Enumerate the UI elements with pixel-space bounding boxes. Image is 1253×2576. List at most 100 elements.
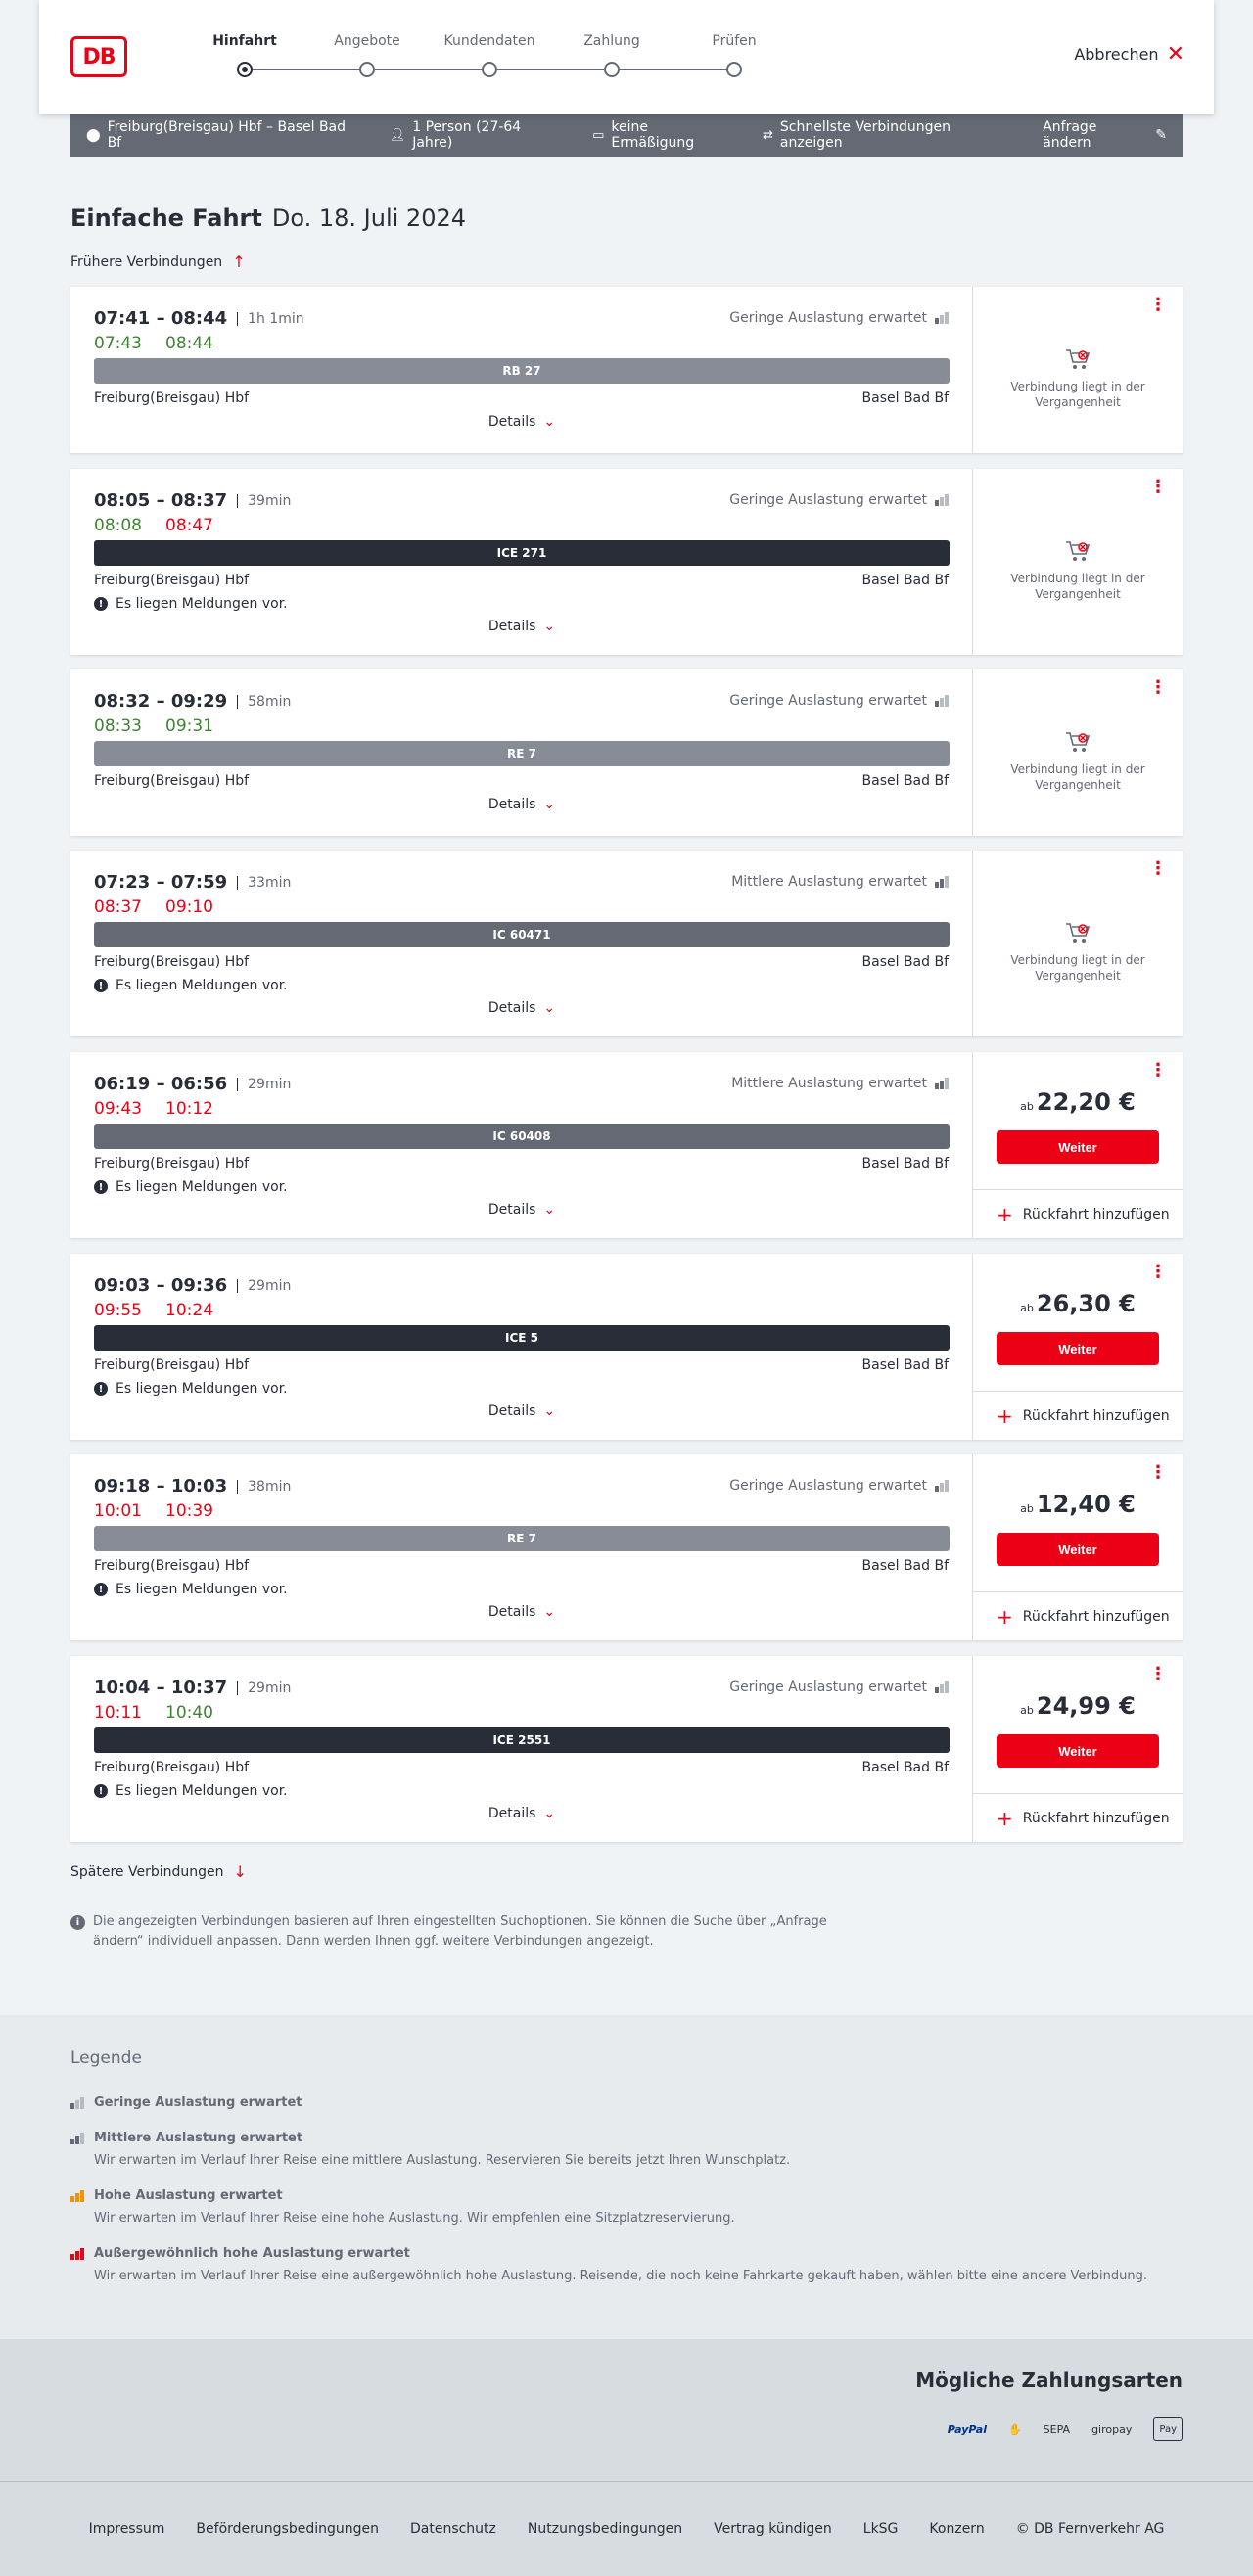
- train-bar[interactable]: IC 60471: [94, 922, 950, 947]
- details-toggle[interactable]: Details ⌄: [70, 414, 973, 430]
- disruption-text: Es liegen Meldungen vor.: [116, 1381, 288, 1397]
- step-angebote: Angebote: [334, 33, 400, 49]
- continue-button[interactable]: Weiter: [997, 1332, 1159, 1365]
- details-toggle[interactable]: Details ⌄: [70, 1604, 973, 1620]
- connection-main: 08:32 – 09:29 58min 08:33 09:31 Geringe Ausl…: [70, 669, 973, 836]
- edit-request-button[interactable]: Anfrage ändern ✎: [1043, 119, 1167, 151]
- footer-link[interactable]: Konzern: [929, 2521, 984, 2537]
- step-hinfahrt: Hinfahrt: [212, 33, 277, 49]
- chevron-down-icon: ⌄: [543, 1000, 556, 1016]
- details-toggle[interactable]: Details ⌄: [70, 1000, 973, 1016]
- realtime-times: 10:01 10:39: [94, 1501, 213, 1521]
- footer-link[interactable]: Beförderungsbedingungen: [196, 2521, 379, 2537]
- realtime-departure: 09:43: [94, 1099, 142, 1119]
- past-connection-text: Verbindung liegt in der Vergangenheit: [1010, 380, 1145, 409]
- later-connections-link[interactable]: Spätere Verbindungen ↓: [70, 1863, 247, 1881]
- add-return-trip-button[interactable]: + Rückfahrt hinzufügen: [973, 1591, 1183, 1640]
- price-value: 12,40 €: [1036, 1491, 1136, 1518]
- step-dot: [604, 62, 620, 77]
- continue-button[interactable]: Weiter: [997, 1533, 1159, 1566]
- disruption-message[interactable]: ! Es liegen Meldungen vor.: [94, 978, 288, 993]
- disruption-message[interactable]: ! Es liegen Meldungen vor.: [94, 1179, 288, 1195]
- price-value: 24,99 €: [1036, 1692, 1136, 1720]
- step-dot: [359, 62, 375, 77]
- connection-card[interactable]: 10:04 – 10:37 29min 10:11 10:40 Geringe Ausl…: [70, 1656, 1183, 1842]
- connection-card[interactable]: 09:18 – 10:03 38min 10:01 10:39 Geringe Ausl…: [70, 1454, 1183, 1640]
- db-logo[interactable]: DB: [70, 36, 127, 77]
- connection-card[interactable]: 09:03 – 09:36 29min 09:55 10:24 ICE 5 Freibur…: [70, 1254, 1183, 1440]
- disruption-message[interactable]: ! Es liegen Meldungen vor.: [94, 1783, 288, 1799]
- footer-link[interactable]: Vertrag kündigen: [714, 2521, 832, 2537]
- earlier-connections-link[interactable]: Frühere Verbindungen ↑: [70, 253, 246, 271]
- more-options-icon[interactable]: ⋮: [1149, 1666, 1167, 1683]
- more-options-icon[interactable]: ⋮: [1149, 860, 1167, 878]
- destination-station: Basel Bad Bf: [861, 1357, 949, 1373]
- train-bar[interactable]: RE 7: [94, 741, 950, 766]
- disruption-text: Es liegen Meldungen vor.: [116, 1582, 288, 1597]
- connection-card[interactable]: 06:19 – 06:56 29min 09:43 10:12 Mittlere Aus…: [70, 1052, 1183, 1238]
- realtime-times: 09:43 10:12: [94, 1099, 213, 1119]
- train-bar[interactable]: RB 27: [94, 358, 950, 384]
- train-bar[interactable]: RE 7: [94, 1526, 950, 1551]
- later-label: Spätere Verbindungen: [70, 1863, 224, 1880]
- info-icon: i: [70, 1915, 85, 1930]
- occupancy-icon: [935, 1480, 949, 1492]
- add-return-trip-button[interactable]: + Rückfahrt hinzufügen: [973, 1793, 1183, 1842]
- planned-times: 09:03 – 09:36 29min: [94, 1275, 291, 1296]
- train-bar[interactable]: ICE 271: [94, 540, 950, 566]
- more-options-icon[interactable]: ⋮: [1149, 1464, 1167, 1482]
- disruption-message[interactable]: ! Es liegen Meldungen vor.: [94, 596, 288, 612]
- connection-card[interactable]: 08:05 – 08:37 39min 08:08 08:47 Geringe Ausl…: [70, 469, 1183, 655]
- more-options-icon[interactable]: ⋮: [1149, 1062, 1167, 1080]
- destination-station: Basel Bad Bf: [861, 954, 949, 970]
- realtime-arrival: 08:44: [165, 334, 213, 353]
- footer-link[interactable]: Nutzungsbedingungen: [528, 2521, 682, 2537]
- connection-card[interactable]: 07:23 – 07:59 33min 08:37 09:10 Mittlere Aus…: [70, 851, 1183, 1036]
- train-bar[interactable]: ICE 5: [94, 1325, 950, 1351]
- more-options-icon[interactable]: ⋮: [1149, 679, 1167, 697]
- occupancy-info: Geringe Auslastung erwartet: [729, 693, 949, 709]
- details-toggle[interactable]: Details ⌄: [70, 1806, 973, 1821]
- legend-title: Legende: [70, 2048, 142, 2068]
- connection-main: 09:03 – 09:36 29min 09:55 10:24 ICE 5 Freibur…: [70, 1254, 973, 1440]
- origin-station: Freiburg(Breisgau) Hbf: [94, 954, 250, 970]
- connection-card[interactable]: 08:32 – 09:29 58min 08:33 09:31 Geringe Ausl…: [70, 669, 1183, 836]
- price-prefix: ab: [1020, 1302, 1034, 1314]
- more-options-icon[interactable]: ⋮: [1149, 1264, 1167, 1281]
- occupancy-info: Geringe Auslastung erwartet: [729, 1679, 949, 1695]
- more-options-icon[interactable]: ⋮: [1149, 297, 1167, 314]
- passengers-text: 1 Person (27-64 Jahre): [412, 119, 522, 151]
- cancel-button[interactable]: Abbrechen ✕: [1074, 43, 1184, 65]
- train-bar[interactable]: ICE 2551: [94, 1727, 950, 1753]
- legend-item-description: Wir erwarten im Verlauf Ihrer Reise eine…: [94, 2153, 791, 2168]
- planned-time-range: 07:23 – 07:59: [94, 872, 228, 893]
- planned-times: 08:32 – 09:29 58min: [94, 691, 291, 712]
- footer-link[interactable]: Datenschutz: [410, 2521, 496, 2537]
- details-toggle[interactable]: Details ⌄: [70, 1202, 973, 1218]
- details-toggle[interactable]: Details ⌄: [70, 619, 973, 634]
- connection-main: 07:41 – 08:44 1h 1min 07:43 08:44 Geringe Au…: [70, 287, 973, 453]
- occupancy-info: Mittlere Auslastung erwartet: [731, 874, 949, 890]
- occupancy-info: Geringe Auslastung erwartet: [729, 492, 949, 508]
- details-toggle[interactable]: Details ⌄: [70, 797, 973, 812]
- disruption-message[interactable]: ! Es liegen Meldungen vor.: [94, 1582, 288, 1597]
- disruption-message[interactable]: ! Es liegen Meldungen vor.: [94, 1381, 288, 1397]
- more-options-icon[interactable]: ⋮: [1149, 479, 1167, 496]
- price-prefix: ab: [1020, 1502, 1034, 1515]
- footer-link[interactable]: Impressum: [89, 2521, 165, 2537]
- footer: Impressum Beförderungsbedingungen Datensch…: [0, 2481, 1253, 2576]
- add-return-trip-button[interactable]: + Rückfahrt hinzufügen: [973, 1189, 1183, 1238]
- continue-button[interactable]: Weiter: [997, 1734, 1159, 1768]
- continue-button[interactable]: Weiter: [997, 1130, 1159, 1164]
- occupancy-icon: [935, 1681, 949, 1693]
- planned-time-range: 06:19 – 06:56: [94, 1074, 228, 1094]
- details-label: Details: [487, 414, 536, 430]
- train-bar[interactable]: IC 60408: [94, 1124, 950, 1149]
- add-return-trip-button[interactable]: + Rückfahrt hinzufügen: [973, 1391, 1183, 1440]
- details-toggle[interactable]: Details ⌄: [70, 1403, 973, 1419]
- connection-card[interactable]: 07:41 – 08:44 1h 1min 07:43 08:44 Geringe Au…: [70, 287, 1183, 453]
- realtime-times: 08:33 09:31: [94, 716, 213, 736]
- footer-link[interactable]: LkSG: [863, 2521, 899, 2537]
- plus-icon: +: [997, 1604, 1013, 1629]
- giropay-icon: giropay: [1091, 2422, 1133, 2436]
